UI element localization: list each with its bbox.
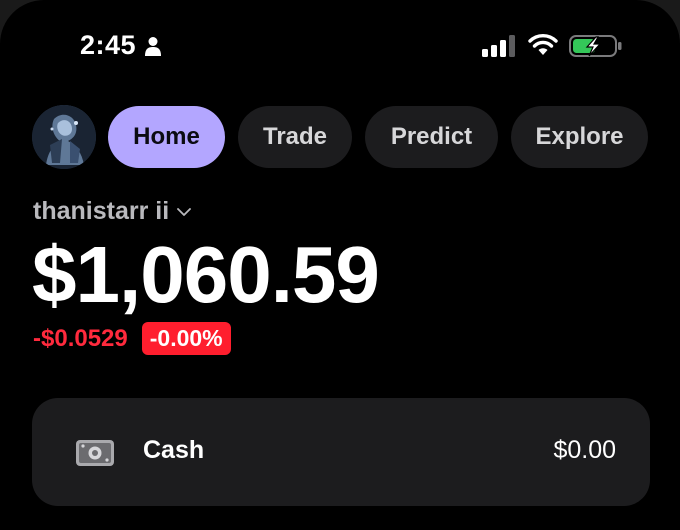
tab-home[interactable]: Home xyxy=(108,106,225,168)
chevron-down-icon xyxy=(177,207,192,216)
avatar[interactable] xyxy=(32,105,96,169)
balance-change: -$0.0529 -0.00% xyxy=(33,322,231,355)
cash-value: $0.00 xyxy=(553,436,616,464)
change-percent-badge: -0.00% xyxy=(141,322,231,355)
person-icon xyxy=(145,36,162,56)
change-amount: -$0.0529 xyxy=(33,324,128,352)
status-time: 2:45 xyxy=(80,30,162,61)
cash-label: Cash xyxy=(143,436,205,464)
nav-tabs: Home Trade Predict Explore xyxy=(108,106,648,168)
account-name: thanistarr ii xyxy=(33,197,170,225)
cash-card[interactable]: Cash $0.00 xyxy=(32,398,650,506)
signal-icon xyxy=(482,35,515,57)
portfolio-balance: $1,060.59 xyxy=(32,230,380,319)
tab-trade[interactable]: Trade xyxy=(238,106,352,168)
wifi-icon xyxy=(528,34,558,55)
avatar-image xyxy=(32,105,96,169)
tab-explore[interactable]: Explore xyxy=(511,106,648,168)
time-text: 2:45 xyxy=(80,30,137,60)
battery-charging-icon xyxy=(569,35,622,57)
account-selector[interactable]: thanistarr ii xyxy=(33,197,192,226)
cash-icon xyxy=(76,440,114,466)
tab-predict[interactable]: Predict xyxy=(365,106,498,168)
app-screen: 2:45 Home Trade Predict Explore thanista… xyxy=(0,0,680,530)
